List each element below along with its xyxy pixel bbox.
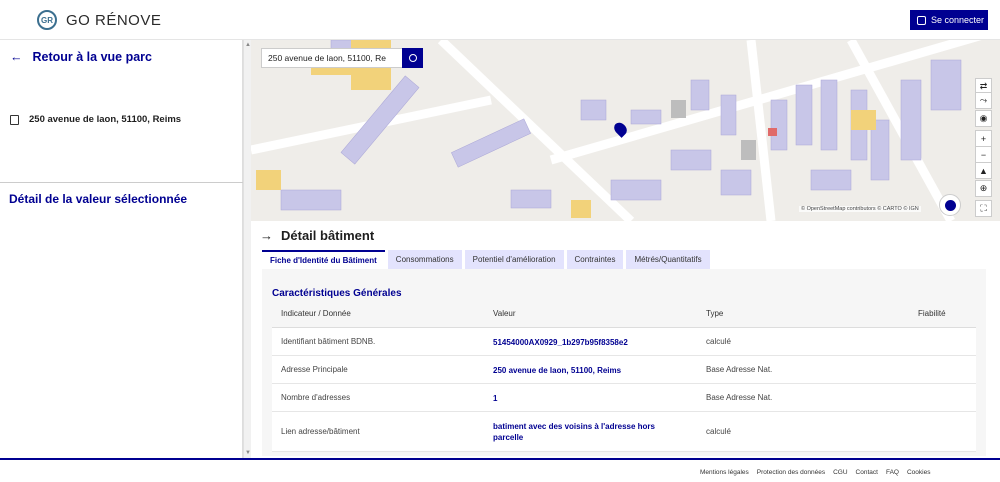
- footer-link-mentions[interactable]: Mentions légales: [700, 469, 749, 476]
- detail-title: Détail bâtiment: [281, 228, 375, 243]
- app-name[interactable]: GO RÉNOVE: [66, 12, 161, 29]
- address-label: 250 avenue de laon, 51100, Reims: [29, 114, 182, 125]
- column-header: Valeur: [493, 309, 516, 318]
- table-row: Lien adresse/bâtiment batiment avec des …: [272, 412, 976, 452]
- fullscreen-icon[interactable]: ⛶: [975, 200, 992, 217]
- building-icon: [10, 114, 19, 125]
- scroll-down-icon[interactable]: ▼: [245, 450, 251, 456]
- table-row: Nombre d'adresses 1 Base Adresse Nat.: [272, 384, 976, 412]
- footer-link-cgu[interactable]: CGU: [833, 469, 847, 476]
- footer-link-contact[interactable]: Contact: [856, 469, 878, 476]
- layer-toggle-button[interactable]: [939, 194, 961, 216]
- back-link[interactable]: ← Retour à la vue parc: [10, 50, 152, 64]
- footer-link-faq[interactable]: FAQ: [886, 469, 899, 476]
- column-header: Indicateur / Donnée: [281, 309, 351, 318]
- search-button[interactable]: [402, 48, 423, 68]
- row-type: calculé: [706, 337, 731, 346]
- column-header: Type: [706, 309, 724, 318]
- footer-link-cookies[interactable]: Cookies: [907, 469, 930, 476]
- map-view[interactable]: 250 avenue de laon, 51100, Re ✕ ⇄ ⤳ ◉ + …: [251, 40, 1000, 221]
- row-label: Lien adresse/bâtiment: [281, 427, 360, 436]
- footer: Mentions légales Protection des données …: [0, 458, 1000, 482]
- login-icon: [917, 15, 926, 25]
- dot-icon: [944, 199, 956, 211]
- connect-button[interactable]: Se connecter: [910, 10, 988, 30]
- row-label: Adresse Principale: [281, 365, 348, 374]
- row-type: Base Adresse Nat.: [706, 365, 773, 374]
- left-panel: ← Retour à la vue parc 250 avenue de lao…: [0, 40, 243, 458]
- row-type: calculé: [706, 427, 731, 436]
- footer-link-privacy[interactable]: Protection des données: [757, 469, 825, 476]
- row-value: batiment avec des voisins à l'adresse ho…: [493, 422, 655, 442]
- table-header: Indicateur / Donnée Valeur Type Fiabilit…: [272, 300, 976, 328]
- left-scrollbar[interactable]: ▲ ▼: [243, 40, 251, 458]
- arrow-left-icon: ←: [10, 50, 23, 64]
- map-search-input[interactable]: 250 avenue de laon, 51100, Re ✕: [261, 48, 422, 68]
- tab-panel: Caractéristiques Générales Indicateur / …: [262, 269, 986, 456]
- compass-icon[interactable]: ▲: [975, 162, 992, 179]
- row-value: 1: [493, 394, 498, 403]
- back-label: Retour à la vue parc: [32, 50, 153, 64]
- connect-label: Se connecter: [931, 15, 985, 25]
- tab-constraints[interactable]: Contraintes: [566, 250, 624, 269]
- locate-icon[interactable]: ⊕: [975, 180, 992, 197]
- detail-header: → Détail bâtiment: [260, 228, 374, 243]
- zoom-in-icon[interactable]: +: [975, 130, 992, 147]
- search-value: 250 avenue de laon, 51100, Re: [268, 53, 386, 63]
- search-icon: [408, 54, 417, 62]
- logo-icon[interactable]: GR: [37, 10, 57, 30]
- row-value: 250 avenue de laon, 51100, Reims: [493, 366, 622, 375]
- tab-consumption[interactable]: Consommations: [387, 250, 462, 269]
- map-control-eye-icon[interactable]: ◉: [975, 110, 992, 127]
- table-row: Adresse Principale 250 avenue de laon, 5…: [272, 356, 976, 384]
- zoom-out-icon[interactable]: −: [975, 146, 992, 163]
- tab-metrics[interactable]: Métrés/Quantitatifs: [626, 250, 710, 269]
- map-attribution[interactable]: © OpenStreetMap contributors © CARTO © I…: [799, 206, 921, 212]
- tab-potential[interactable]: Potentiel d'amélioration: [464, 250, 564, 269]
- detail-tabs: Fiche d'Identité du Bâtiment Consommatio…: [262, 250, 710, 269]
- divider: [0, 182, 243, 183]
- row-value: 51454000AX0929_1b297b95f8358e2: [493, 338, 628, 347]
- arrow-right-icon[interactable]: →: [260, 228, 273, 243]
- map-control-measure-icon[interactable]: ⤳: [975, 92, 992, 109]
- selected-address: 250 avenue de laon, 51100, Reims: [10, 114, 181, 125]
- footer-links: Mentions légales Protection des données …: [700, 469, 930, 476]
- row-label: Nombre d'adresses: [281, 393, 351, 402]
- section-title: Caractéristiques Générales: [272, 288, 402, 299]
- app-header: GR GO RÉNOVE Se connecter: [0, 0, 1000, 40]
- row-type: Base Adresse Nat.: [706, 393, 773, 402]
- table-row: Identifiant bâtiment BDNB. 51454000AX092…: [272, 328, 976, 356]
- detail-value-title: Détail de la valeur sélectionnée: [9, 192, 188, 206]
- tab-identity[interactable]: Fiche d'Identité du Bâtiment: [262, 250, 385, 269]
- row-label: Identifiant bâtiment BDNB.: [281, 337, 376, 346]
- column-header: Fiabilité: [918, 309, 946, 318]
